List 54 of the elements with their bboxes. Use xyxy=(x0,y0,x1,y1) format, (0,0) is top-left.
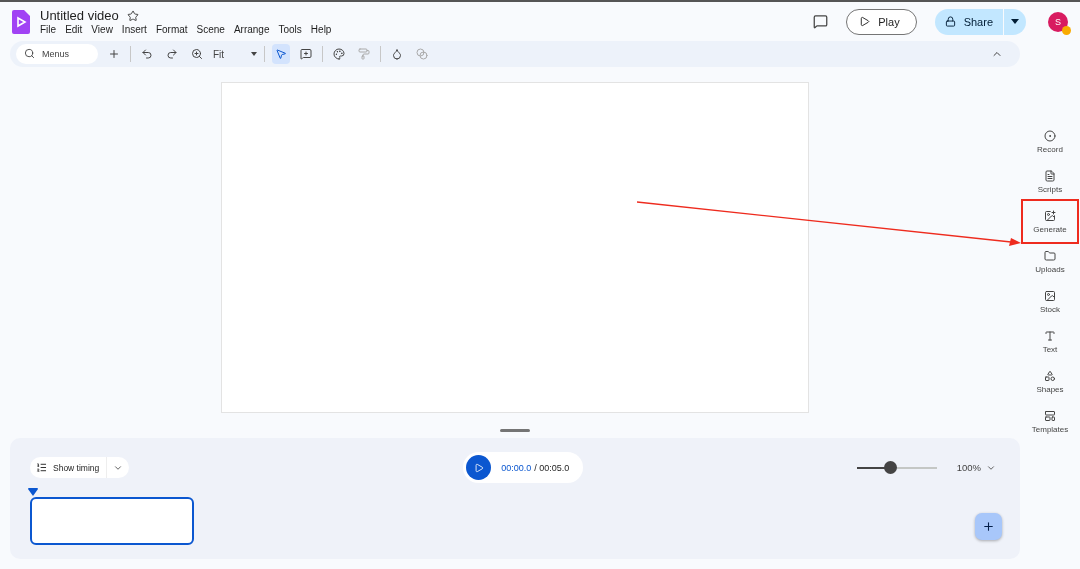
menu-item[interactable]: Insert xyxy=(121,24,147,35)
menu-item[interactable]: Scene xyxy=(196,24,225,35)
warning-badge xyxy=(1062,25,1071,35)
menu-item[interactable]: Tools xyxy=(278,24,302,35)
list-icon xyxy=(36,462,47,473)
app-logo xyxy=(12,9,30,34)
play-icon xyxy=(859,16,871,27)
side-panel-item[interactable]: Generate xyxy=(1021,199,1079,244)
undo-icon xyxy=(141,48,153,60)
select-tool-button[interactable] xyxy=(272,44,290,64)
search-icon xyxy=(24,48,35,59)
menu-item[interactable]: File xyxy=(40,24,57,35)
zoom-level-dropdown[interactable]: 100% xyxy=(950,461,1002,474)
image-icon xyxy=(1044,289,1056,302)
total-time: / 00:05.0 xyxy=(534,462,570,473)
avatar[interactable]: S xyxy=(1048,11,1068,32)
menu-item[interactable]: Format xyxy=(155,24,188,35)
search-field[interactable]: Menus xyxy=(16,44,98,64)
redo-icon xyxy=(166,48,178,60)
playhead-marker[interactable] xyxy=(28,488,38,496)
comment-icon[interactable] xyxy=(813,14,829,29)
document-title[interactable]: Untitled video xyxy=(40,8,119,23)
play-button[interactable]: Play xyxy=(846,8,917,35)
add-scene-button[interactable] xyxy=(975,513,1002,540)
plus-icon xyxy=(108,48,120,60)
record-icon xyxy=(1044,129,1056,142)
zoom-in-icon xyxy=(191,48,203,60)
folder-icon xyxy=(1044,249,1056,262)
palette-icon xyxy=(333,48,345,60)
droplet-icon xyxy=(391,48,403,60)
circles-icon xyxy=(416,48,428,60)
menu-item[interactable]: Help xyxy=(310,24,332,35)
image-add-icon xyxy=(1044,209,1056,222)
document-icon xyxy=(1044,169,1056,182)
current-time: 00:00.0 xyxy=(501,462,532,473)
pointer-icon xyxy=(275,48,287,60)
menu-item[interactable]: Arrange xyxy=(233,24,270,35)
slider-thumb[interactable] xyxy=(883,461,897,474)
play-circle-button[interactable] xyxy=(466,455,492,480)
menu-item[interactable]: View xyxy=(91,24,113,35)
add-comment-icon xyxy=(300,48,312,60)
layout-icon xyxy=(1044,409,1056,422)
menu-item[interactable]: Edit xyxy=(65,24,83,35)
text-icon xyxy=(1044,329,1056,342)
paint-roller-icon xyxy=(358,48,370,60)
play-icon xyxy=(473,462,484,473)
lock-icon xyxy=(944,16,956,27)
plus-icon xyxy=(982,520,995,533)
shapes-icon xyxy=(1044,369,1056,382)
zoom-dropdown[interactable]: Fit xyxy=(213,48,257,60)
star-icon[interactable] xyxy=(126,9,139,22)
resize-handle[interactable] xyxy=(500,429,530,432)
caret-icon xyxy=(251,52,257,56)
caret-icon xyxy=(1011,19,1019,24)
